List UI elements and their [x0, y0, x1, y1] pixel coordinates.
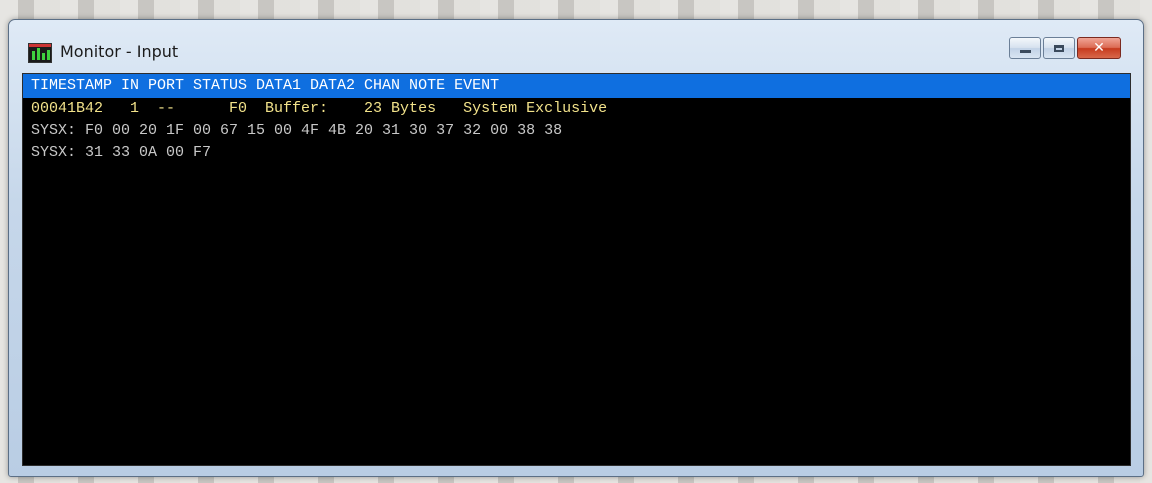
- close-icon: ✕: [1093, 40, 1105, 56]
- message-list: 00041B42 1 -- F0 Buffer: 23 Bytes System…: [23, 98, 1130, 164]
- title-bar[interactable]: Monitor - Input ✕: [9, 20, 1143, 74]
- message-line: SYSX: F0 00 20 1F 00 67 15 00 4F 4B 20 3…: [31, 122, 563, 139]
- minimize-button[interactable]: [1009, 37, 1041, 59]
- minimize-icon: [1019, 49, 1031, 53]
- message-line: SYSX: 31 33 0A 00 F7: [31, 144, 212, 161]
- column-header: TIMESTAMP IN PORT STATUS DATA1 DATA2 CHA…: [23, 74, 1130, 98]
- close-button[interactable]: ✕: [1077, 37, 1121, 59]
- window-title: Monitor - Input: [60, 42, 179, 61]
- midi-monitor-icon[interactable]: [28, 43, 52, 63]
- window-controls: ✕: [1009, 37, 1121, 61]
- maximize-button[interactable]: [1043, 37, 1075, 59]
- monitor-window: Monitor - Input ✕ TIMESTAMP IN PORT STAT…: [8, 19, 1144, 477]
- monitor-console[interactable]: TIMESTAMP IN PORT STATUS DATA1 DATA2 CHA…: [22, 73, 1131, 466]
- maximize-icon: [1054, 44, 1064, 52]
- message-line: 00041B42 1 -- F0 Buffer: 23 Bytes System…: [31, 100, 608, 117]
